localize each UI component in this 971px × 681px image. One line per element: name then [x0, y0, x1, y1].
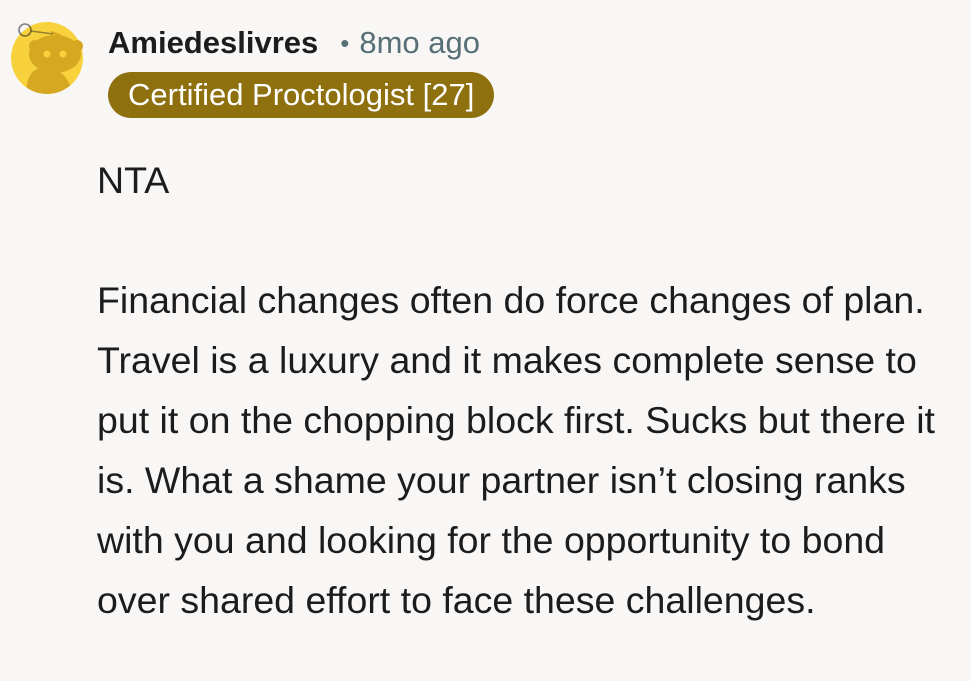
comment-header: Amiedeslivres • 8mo ago [108, 20, 480, 66]
comment-paragraph: Financial changes often do force changes… [97, 279, 935, 621]
comment-body: NTA Financial changes often do force cha… [97, 150, 957, 630]
comment-verdict: NTA [97, 159, 170, 201]
comment-timestamp[interactable]: 8mo ago [359, 25, 480, 61]
username-link[interactable]: Amiedeslivres [108, 25, 318, 61]
meta-separator: • [340, 27, 350, 58]
user-flair-badge: Certified Proctologist [27] [108, 72, 495, 118]
user-avatar[interactable] [11, 12, 83, 104]
snoo-avatar-icon [11, 22, 83, 94]
